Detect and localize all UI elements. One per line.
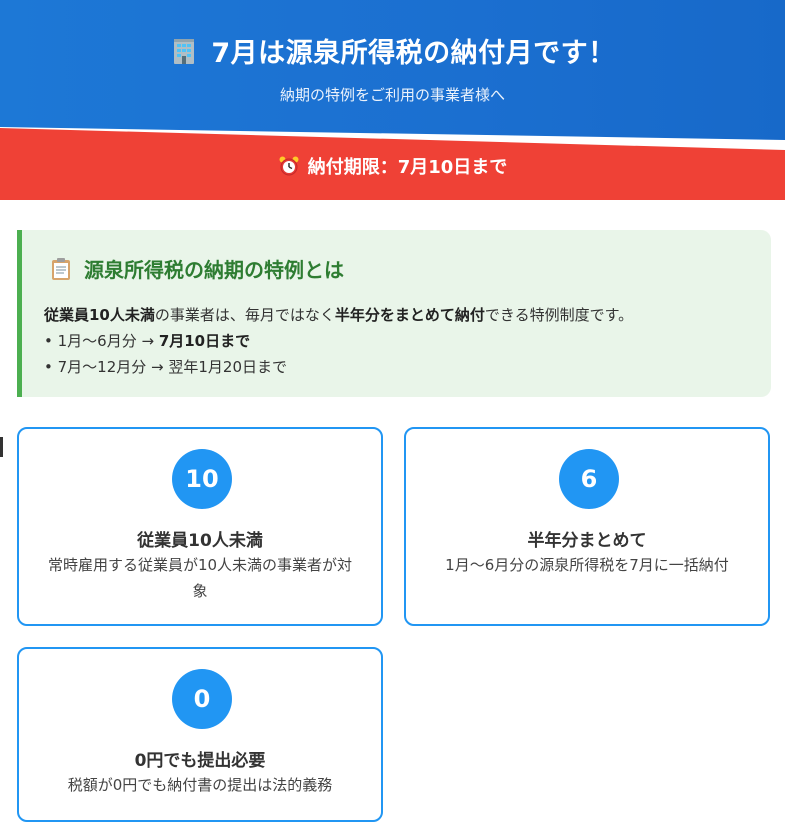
info-title: 源泉所得税の納期の特例とは bbox=[84, 258, 344, 282]
deadline-row: 納付期限：7月10日まで bbox=[0, 153, 785, 179]
card-number-badge: 0 bbox=[172, 669, 232, 729]
edge-marker bbox=[0, 437, 3, 457]
card-description: 1月〜6月分の源泉所得税を7月に一括納付 bbox=[445, 556, 729, 574]
bullet-1-prefix: • 1月〜6月分 → bbox=[44, 332, 159, 350]
info-description: 従業員10人未満の事業者は、毎月ではなく半年分をまとめて納付できる特例制度です。 bbox=[44, 302, 633, 328]
card-title: 従業員10人未満 bbox=[137, 531, 263, 551]
info-bullet-1: • 1月〜6月分 → 7月10日まで bbox=[44, 328, 633, 354]
card-description: 税額が0円でも納付書の提出は法的義務 bbox=[67, 776, 333, 794]
info-title-row: 源泉所得税の納期の特例とは bbox=[50, 254, 344, 283]
info-bold-employees: 従業員10人未満 bbox=[44, 306, 155, 324]
alarm-clock-icon bbox=[278, 155, 300, 177]
card-number-badge: 6 bbox=[559, 449, 619, 509]
card-employees: 10 従業員10人未満 常時雇用する従業員が10人未満の事業者が対象 bbox=[17, 427, 383, 626]
card-description: 常時雇用する従業員が10人未満の事業者が対象 bbox=[47, 556, 353, 600]
card-zero-filing: 0 0円でも提出必要 税額が0円でも納付書の提出は法的義務 bbox=[17, 647, 383, 822]
hero-header bbox=[0, 0, 785, 140]
title-row: 7月は源泉所得税の納付月です！ bbox=[0, 31, 785, 70]
bullet-1-deadline: 7月10日まで bbox=[158, 332, 251, 350]
info-text-end: できる特例制度です。 bbox=[484, 306, 634, 324]
info-bullet-2: • 7月〜12月分 → 翌年1月20日まで bbox=[44, 358, 287, 376]
page-title: 7月は源泉所得税の納付月です！ bbox=[211, 38, 616, 69]
card-number-badge: 10 bbox=[172, 449, 232, 509]
info-text-mid: の事業者は、毎月ではなく bbox=[154, 306, 335, 324]
info-body: 従業員10人未満の事業者は、毎月ではなく半年分をまとめて納付できる特例制度です。… bbox=[44, 302, 633, 380]
building-icon bbox=[169, 36, 199, 66]
card-title: 半年分まとめて bbox=[527, 531, 647, 551]
info-bold-halfyear: 半年分をまとめて納付 bbox=[334, 306, 485, 324]
page-subtitle: 納期の特例をご利用の事業者様へ bbox=[279, 86, 505, 104]
card-title: 0円でも提出必要 bbox=[134, 751, 266, 771]
deadline-text: 納付期限：7月10日まで bbox=[307, 157, 508, 178]
card-half-year: 6 半年分まとめて 1月〜6月分の源泉所得税を7月に一括納付 bbox=[404, 427, 770, 626]
info-box: 源泉所得税の納期の特例とは 従業員10人未満の事業者は、毎月ではなく半年分をまと… bbox=[17, 230, 771, 397]
clipboard-icon bbox=[50, 257, 72, 281]
